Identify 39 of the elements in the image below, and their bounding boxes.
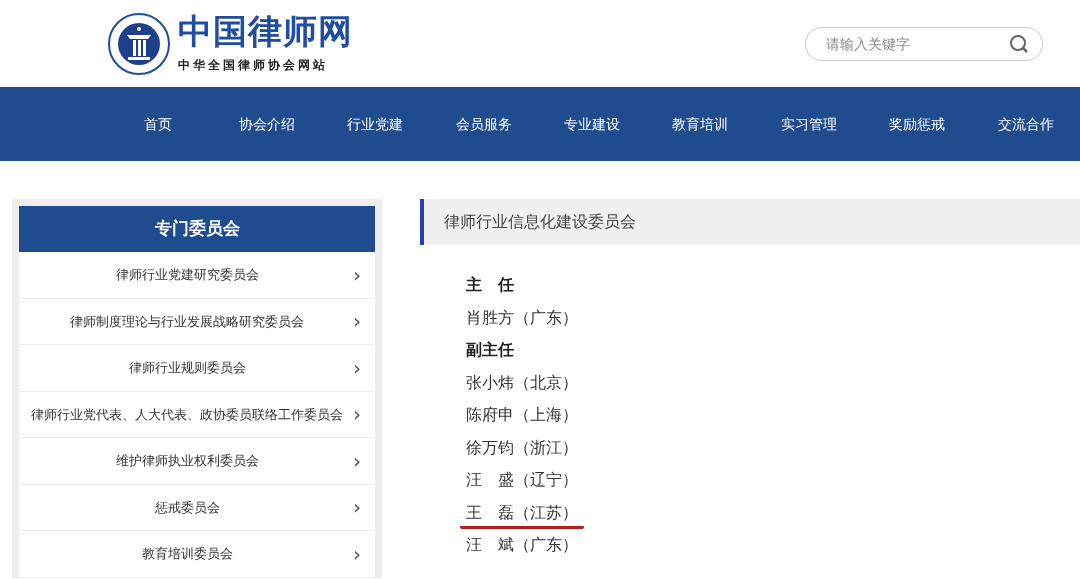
member-name: 王 磊（江苏） xyxy=(460,498,584,529)
role-heading: 副主任 xyxy=(466,340,514,359)
nav-link[interactable]: 首页 xyxy=(104,113,213,135)
emblem-icon xyxy=(108,12,170,75)
nav-link[interactable]: 行业党建 xyxy=(320,113,430,135)
sidebar-item[interactable]: 律师行业规则委员会 › xyxy=(19,345,375,392)
chevron-icon: › xyxy=(347,538,361,569)
chevron-icon: › xyxy=(347,399,361,430)
search-icon[interactable] xyxy=(1009,33,1029,54)
nav-link[interactable]: 奖励惩戒 xyxy=(863,113,972,135)
sidebar-item[interactable]: 教育培训委员会 › xyxy=(19,531,375,578)
sidebar-item[interactable]: 律师行业党建研究委员会 › xyxy=(19,252,375,299)
role-heading: 主 任 xyxy=(466,275,514,294)
sidebar-item[interactable]: 维护律师执业权利委员会 › xyxy=(19,438,375,485)
member-name: 汪 盛（辽宁） xyxy=(466,470,578,489)
sidebar-title: 专门委员会 xyxy=(19,206,375,252)
member-name: 肖胜方（广东） xyxy=(466,307,578,327)
nav-link[interactable]: 协会介绍 xyxy=(212,113,321,135)
section-title: 律师行业信息化建设委员会 xyxy=(420,199,1080,245)
member-name: 汪 斌（广东） xyxy=(466,535,578,554)
nav-link[interactable]: 专业建设 xyxy=(537,113,647,135)
nav-link[interactable]: 会员服务 xyxy=(429,113,538,135)
member-name: 张小炜（北京） xyxy=(466,372,578,392)
chevron-icon: › xyxy=(347,445,361,476)
nav-link[interactable]: 交流合作 xyxy=(971,113,1080,135)
chevron-icon: › xyxy=(347,259,361,290)
member-name: 陈府申（上海） xyxy=(466,405,578,424)
nav-link[interactable]: 教育培训 xyxy=(646,113,755,135)
chevron-icon: › xyxy=(347,492,361,523)
logo-subtitle: 中华全国律师协会网站 xyxy=(178,56,329,74)
nav-link[interactable]: 实习管理 xyxy=(754,113,864,135)
chevron-icon: › xyxy=(347,306,361,337)
chevron-icon: › xyxy=(347,352,361,383)
sidebar-item[interactable]: 惩戒委员会 › xyxy=(19,484,375,531)
sidebar-item[interactable]: 律师行业党代表、人大代表、政协委员联络工作委员会 › xyxy=(19,391,375,438)
member-name: 徐万钧（浙江） xyxy=(466,437,578,457)
search-field[interactable]: 请输入关键字 xyxy=(805,26,1043,61)
logo-title: 中国律师网 xyxy=(178,13,353,48)
sidebar-item[interactable]: 律师制度理论与行业发展战略研究委员会 › xyxy=(19,298,375,345)
